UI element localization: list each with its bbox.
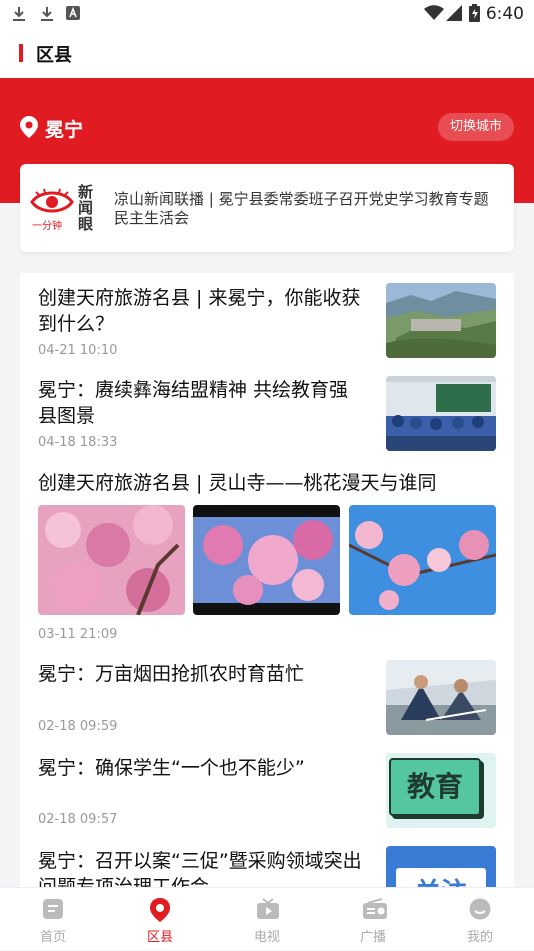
tab-label: 区县 — [146, 930, 173, 945]
tab-label: 电视 — [253, 930, 280, 945]
article-title: 冕宁：万亩烟田抢抓农时育苗忙 — [38, 663, 305, 685]
tab-label: 我的 — [466, 930, 493, 945]
article-time: 02-18 09:59 — [38, 719, 118, 734]
logo-sub-text: 一分钟 — [32, 221, 62, 232]
download-icon — [13, 7, 25, 21]
location-pin-icon — [20, 116, 38, 138]
user-icon — [469, 898, 491, 920]
current-location: 冕宁 — [45, 119, 84, 141]
clock-time: 6:40 — [485, 4, 524, 24]
article-thumbnail: 教育 — [386, 753, 496, 828]
tv-icon — [257, 898, 279, 919]
article-thumbnail — [386, 283, 496, 358]
switch-city-button[interactable]: 切换城市 — [438, 113, 514, 141]
article-image-1 — [38, 505, 185, 615]
tab-district[interactable]: 区县 — [107, 888, 213, 951]
article-title: 冕宁：赓续彝海结盟精神 共绘教育强县图景 — [38, 379, 349, 427]
article-title: 创建天府旅游名县 | 灵山寺——桃花漫天与谁同 — [38, 472, 437, 494]
bottom-tab-bar: 首页 区县 电视 广播 我的 — [0, 887, 534, 950]
signal-icon — [446, 5, 462, 21]
logo-text-1: 新 — [78, 183, 94, 201]
radio-icon — [363, 898, 387, 919]
tab-label: 首页 — [39, 930, 66, 945]
status-bar: 6:40 — [0, 0, 534, 28]
article-time: 03-11 21:09 — [38, 627, 118, 642]
tab-radio[interactable]: 广播 — [320, 888, 426, 951]
article-time: 04-18 18:33 — [38, 435, 118, 450]
article-title: 冕宁：确保学生“一个也不能少” — [38, 757, 305, 779]
header: 区县 — [0, 28, 534, 78]
logo-text-3: 眼 — [78, 215, 94, 233]
wifi-icon — [424, 5, 444, 20]
article-thumbnail — [386, 660, 496, 735]
news-eye-logo: 一分钟 新 闻 眼 — [30, 184, 98, 232]
education-banner-text: 教育 — [389, 758, 481, 816]
tab-tv[interactable]: 电视 — [214, 888, 320, 951]
download-icon — [41, 7, 53, 21]
article-time: 02-18 09:57 — [38, 812, 118, 827]
tab-label: 广播 — [359, 930, 386, 945]
logo-text-2: 闻 — [78, 199, 94, 217]
font-a-icon — [66, 6, 80, 20]
article-image-2 — [193, 505, 340, 615]
page-title: 区县 — [36, 45, 72, 66]
article-time: 04-21 10:10 — [38, 343, 118, 358]
article-thumbnail — [386, 376, 496, 451]
article-list: 创建天府旅游名县 | 来冕宁，你能收获到什么？ 04-21 10:10 冕宁：赓… — [20, 273, 514, 913]
title-accent-bar — [19, 44, 23, 62]
tab-home[interactable]: 首页 — [0, 888, 106, 951]
article-title: 创建天府旅游名县 | 来冕宁，你能收获到什么？ — [38, 287, 361, 335]
tab-mine[interactable]: 我的 — [427, 888, 533, 951]
battery-icon — [469, 4, 480, 22]
home-icon — [43, 899, 63, 919]
article-image-3 — [349, 505, 496, 615]
news-banner-text: 凉山新闻联播 | 冕宁县委常委班子召开党史学习教育专题民主生活会 — [114, 190, 489, 227]
location-pin-icon — [150, 898, 170, 922]
